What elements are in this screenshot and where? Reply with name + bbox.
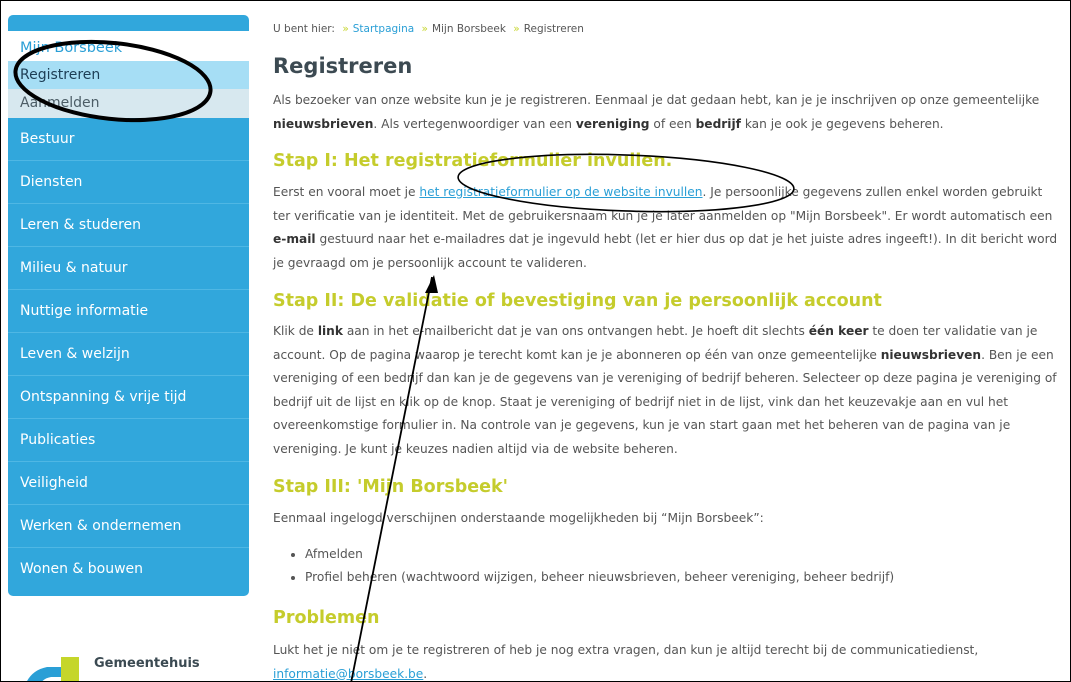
nav-item-bestuur[interactable]: Bestuur: [8, 118, 249, 160]
page-frame: Mijn Borsbeek Registreren Aanmelden Best…: [0, 0, 1071, 682]
nav-item-werken-ondernemen[interactable]: Werken & ondernemen: [8, 504, 249, 547]
email-link[interactable]: informatie@borsbeek.be: [273, 667, 423, 681]
breadcrumb-item-mijn-borsbeek[interactable]: Mijn Borsbeek: [432, 23, 506, 35]
problems-heading: Problemen: [273, 608, 380, 628]
sidebar-item-aanmelden[interactable]: Aanmelden: [8, 89, 249, 118]
breadcrumb-prefix: U bent hier:: [273, 23, 335, 35]
municipality-logo-icon: [27, 657, 79, 681]
nav-item-leren-studeren[interactable]: Leren & studeren: [8, 203, 249, 246]
step2-heading: Stap II: De validatie of bevestiging van…: [273, 291, 882, 311]
breadcrumb-current: Registreren: [523, 23, 584, 35]
sidebar-item-registreren[interactable]: Registreren: [8, 61, 249, 89]
list-item: Profiel beheren (wachtwoord wijzigen, be…: [305, 566, 894, 589]
breadcrumb-separator: »: [513, 23, 520, 35]
breadcrumb-separator: »: [421, 23, 428, 35]
nav-item-ontspanning[interactable]: Ontspanning & vrije tijd: [8, 375, 249, 418]
nav-item-leven-welzijn[interactable]: Leven & welzijn: [8, 332, 249, 375]
nav-item-veiligheid[interactable]: Veiligheid: [8, 461, 249, 504]
breadcrumb-link-startpagina[interactable]: Startpagina: [353, 23, 414, 35]
step1-heading: Stap I: Het registratieformulier invulle…: [273, 151, 673, 171]
sidebar-top-bar: [8, 15, 249, 31]
step1-paragraph: Eerst en vooral moet je het registratief…: [273, 185, 1058, 270]
nav-item-publicaties[interactable]: Publicaties: [8, 418, 249, 461]
main-navigation: Bestuur Diensten Leren & studeren Milieu…: [8, 118, 249, 596]
nav-item-wonen-bouwen[interactable]: Wonen & bouwen: [8, 547, 249, 590]
breadcrumb-separator: »: [342, 23, 349, 35]
problems-paragraph: Lukt het je niet om je te registreren of…: [273, 643, 979, 681]
step2-paragraph: Klik de link aan in het e-mailbericht da…: [273, 324, 1057, 456]
intro-paragraph: Als bezoeker van onze website kun je je …: [273, 93, 1040, 131]
page-title: Registreren: [273, 54, 413, 78]
sidebar-item-mijn-borsbeek[interactable]: Mijn Borsbeek: [8, 31, 249, 61]
breadcrumb: U bent hier: » Startpagina » Mijn Borsbeek…: [273, 23, 584, 35]
nav-item-milieu-natuur[interactable]: Milieu & natuur: [8, 246, 249, 289]
nav-item-diensten[interactable]: Diensten: [8, 160, 249, 203]
registration-form-link[interactable]: het registratieformulier op de website i…: [419, 185, 702, 199]
sidebar: Mijn Borsbeek Registreren Aanmelden Best…: [8, 15, 249, 596]
step3-paragraph: Eenmaal ingelogd verschijnen onderstaand…: [273, 511, 764, 525]
options-list: Afmelden Profiel beheren (wachtwoord wij…: [273, 543, 894, 589]
nav-item-nuttige-informatie[interactable]: Nuttige informatie: [8, 289, 249, 332]
step3-heading: Stap III: 'Mijn Borsbeek': [273, 477, 509, 497]
footer-title: Gemeentehuis: [94, 656, 200, 671]
list-item: Afmelden: [305, 543, 894, 566]
